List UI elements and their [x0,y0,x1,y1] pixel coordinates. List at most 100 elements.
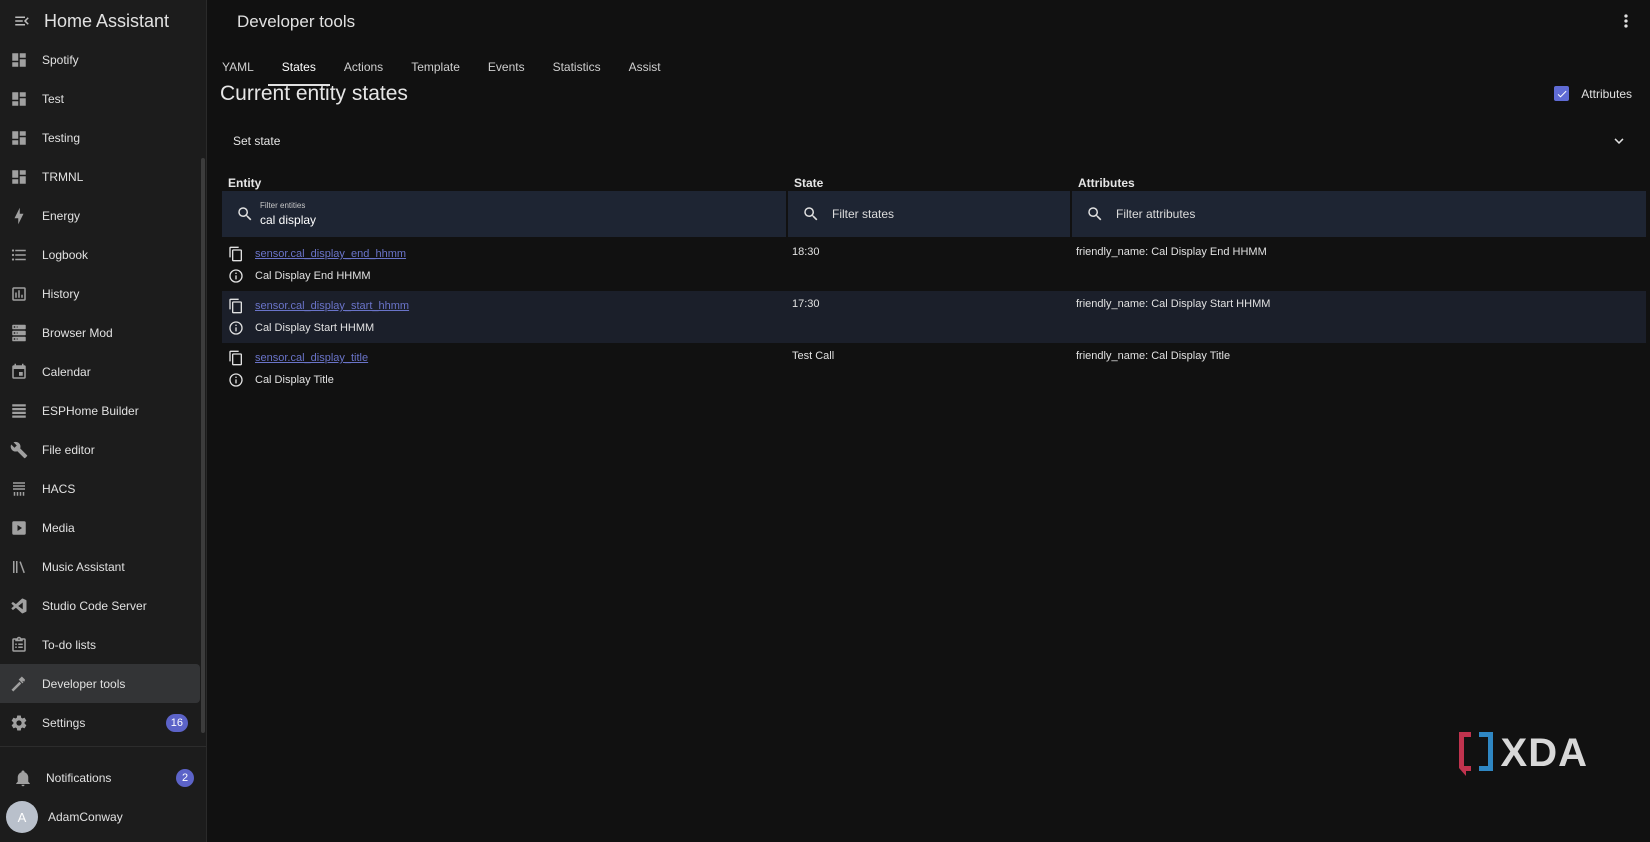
tab-events[interactable]: Events [474,48,539,86]
sidebar-item-label: Developer tools [42,676,126,691]
sidebar: Home Assistant Spotify Test Testing TRMNL En… [0,0,207,842]
sidebar-item-label: Energy [42,208,81,223]
sidebar-item-hacs[interactable]: HACS [0,469,200,508]
format-list-icon [10,246,28,264]
menu-open-icon [15,16,29,26]
xda-logo-icon [1458,732,1493,776]
sidebar-item-test[interactable]: Test [0,79,200,118]
chevron-down-icon [1614,138,1624,144]
tab-bar: YAML States Actions Template Events Stat… [208,48,675,86]
sidebar-item-label: History [42,286,80,301]
sidebar-item-label: Spotify [42,52,79,67]
sidebar-item-to-do-lists[interactable]: To-do lists [0,625,200,664]
sidebar-item-label: Media [42,520,75,535]
main-content: Developer tools YAML States Actions Temp… [208,0,1650,842]
sidebar-item-browser-mod[interactable]: Browser Mod [0,313,200,352]
menu-toggle-button[interactable] [0,0,44,42]
sidebar-item-label: Studio Code Server [42,598,147,613]
app-title: Home Assistant [44,10,170,31]
notifications-badge: 2 [176,769,194,787]
set-state-expander[interactable]: Set state [220,122,1640,160]
sidebar-nav: Spotify Test Testing TRMNL Energy Logbook Hist… [0,40,200,735]
checkbox-checked-icon[interactable] [1554,86,1570,101]
info-icon[interactable] [228,320,244,336]
sidebar-item-profile[interactable]: A AdamConway [0,798,206,836]
set-state-label: Set state [233,134,281,148]
search-icon [804,207,818,221]
info-icon[interactable] [228,268,244,284]
sidebar-item-history[interactable]: History [0,274,200,313]
sidebar-item-notifications[interactable]: Notifications 2 [0,759,206,797]
sidebar-item-energy[interactable]: Energy [0,196,200,235]
dashboard-icon [10,51,28,69]
tab-yaml[interactable]: YAML [208,48,268,86]
sidebar-item-label: To-do lists [42,637,97,652]
sidebar-item-label: Music Assistant [42,559,125,574]
attributes-cell: friendly_name: Cal Display Title [1076,350,1231,362]
entity-id-link[interactable]: sensor.cal_display_start_hhmm [255,300,409,312]
sidebar-item-media[interactable]: Media [0,508,200,547]
attributes-label: Attributes [1581,86,1632,101]
music-library-icon [10,558,28,576]
entity-id-link[interactable]: sensor.cal_display_end_hhmm [255,248,406,260]
lightning-bolt-icon [10,207,28,225]
calendar-icon [10,363,28,381]
sidebar-scrollbar[interactable] [201,158,205,733]
sidebar-item-developer-tools[interactable]: Developer tools [0,664,200,703]
sidebar-item-spotify[interactable]: Spotify [0,40,200,79]
tab-states[interactable]: States [267,48,330,86]
tab-actions[interactable]: Actions [330,48,397,86]
sidebar-item-label: Settings [42,715,86,730]
tab-statistics[interactable]: Statistics [539,48,615,86]
sidebar-item-esphome-builder[interactable]: ESPHome Builder [0,391,200,430]
xda-watermark: XDA [1457,730,1588,776]
column-header-entity: Entity [228,176,262,190]
sidebar-item-label: TRMNL [42,169,84,184]
sidebar-item-logbook[interactable]: Logbook [0,235,200,274]
gear-icon [10,714,28,732]
page-title: Developer tools [237,12,356,31]
entity-filter-label: Filter entities [260,201,306,210]
tab-assist[interactable]: Assist [615,48,675,86]
sidebar-item-label: File editor [42,442,95,457]
table-row: sensor.cal_display_end_hhmm Cal Display E… [222,239,1646,291]
entity-friendly-name: Cal Display Start HHMM [255,322,375,334]
sidebar-item-testing[interactable]: Testing [0,118,200,157]
info-icon[interactable] [228,372,244,388]
attributes-checkbox[interactable]: Attributes [1554,86,1632,101]
entity-friendly-name: Cal Display End HHMM [255,270,371,282]
dots-vertical-icon [1624,14,1628,28]
state-filter-input[interactable]: Filter states [788,191,1072,237]
sidebar-item-trmnl[interactable]: TRMNL [0,157,200,196]
copy-icon[interactable] [228,298,244,314]
sidebar-item-label: Logbook [42,247,89,262]
entity-filter-value[interactable]: cal display [260,213,316,227]
entity-id-link[interactable]: sensor.cal_display_title [255,352,368,364]
sidebar-item-music-assistant[interactable]: Music Assistant [0,547,200,586]
tab-template[interactable]: Template [397,48,474,86]
overflow-menu-button[interactable] [1616,11,1636,31]
sidebar-item-calendar[interactable]: Calendar [0,352,200,391]
clipboard-list-icon [10,636,28,654]
sidebar-item-settings[interactable]: Settings 16 [0,703,200,735]
copy-icon[interactable] [228,246,244,262]
chart-box-icon [10,285,28,303]
attributes-cell: friendly_name: Cal Display End HHMM [1076,246,1267,258]
sidebar-item-file-editor[interactable]: File editor [0,430,200,469]
sidebar-item-label: Test [42,91,65,106]
settings-badge: 16 [165,714,188,732]
state-cell: Test Call [792,350,835,362]
table-row: sensor.cal_display_title Cal Display Titl… [222,343,1646,395]
search-icon [1088,207,1102,221]
attributes-filter-input[interactable]: Filter attributes [1072,191,1646,237]
play-box-icon [10,519,28,537]
entity-cell: sensor.cal_display_title Cal Display Titl… [228,343,748,395]
sidebar-item-studio-code-server[interactable]: Studio Code Server [0,586,200,625]
server-icon [10,324,28,342]
sidebar-item-label: Testing [42,130,81,145]
search-icon [238,207,252,221]
bell-icon [14,769,32,787]
copy-icon[interactable] [228,350,244,366]
attributes-cell: friendly_name: Cal Display Start HHMM [1076,298,1271,310]
entity-filter-input[interactable]: Filter entities cal display [222,191,788,237]
